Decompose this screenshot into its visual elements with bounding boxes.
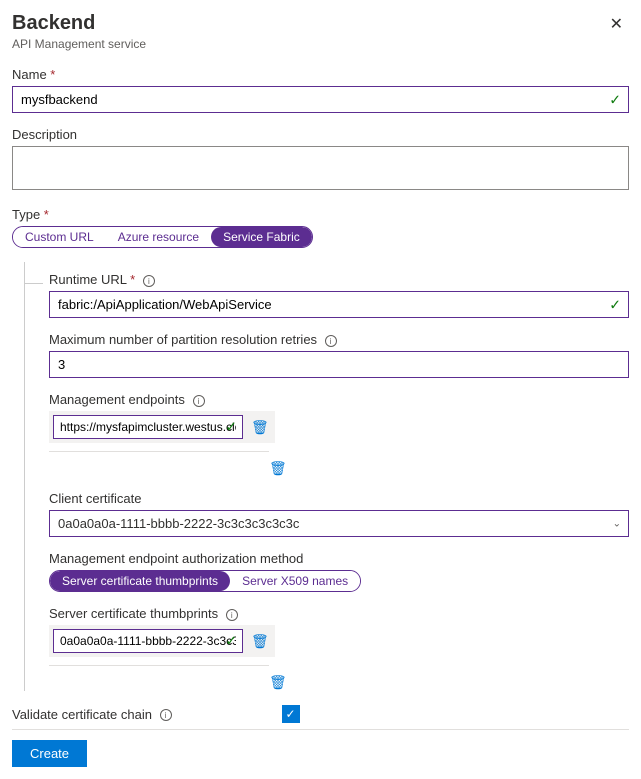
delete-icon[interactable]: 🗑 bbox=[249, 417, 271, 438]
auth-method-label: Management endpoint authorization method bbox=[49, 551, 629, 566]
validate-chain-checkbox[interactable]: ✓ bbox=[282, 705, 300, 723]
divider bbox=[49, 665, 269, 666]
type-toggle: Custom URL Azure resource Service Fabric bbox=[12, 226, 313, 248]
runtime-url-label: Runtime URL i bbox=[49, 272, 629, 287]
create-button[interactable]: Create bbox=[12, 740, 87, 767]
type-option-custom-url[interactable]: Custom URL bbox=[13, 227, 106, 247]
name-label: Name bbox=[12, 67, 629, 82]
delete-icon[interactable]: 🗑 bbox=[267, 672, 289, 692]
check-icon: ✓ bbox=[225, 633, 237, 650]
thumbprint-input[interactable] bbox=[53, 629, 243, 653]
info-icon[interactable]: i bbox=[143, 275, 155, 287]
retries-input[interactable] bbox=[49, 351, 629, 378]
type-label: Type bbox=[12, 207, 629, 222]
divider bbox=[49, 451, 269, 452]
check-icon: ✓ bbox=[609, 296, 621, 313]
runtime-url-input[interactable] bbox=[49, 291, 629, 318]
endpoint-input[interactable] bbox=[53, 415, 243, 439]
endpoints-label: Management endpoints i bbox=[49, 392, 629, 407]
info-icon[interactable]: i bbox=[226, 609, 238, 621]
panel-subtitle: API Management service bbox=[12, 37, 146, 51]
type-option-azure-resource[interactable]: Azure resource bbox=[106, 227, 211, 247]
thumbprints-label: Server certificate thumbprints i bbox=[49, 606, 629, 621]
info-icon[interactable]: i bbox=[193, 395, 205, 407]
info-icon[interactable]: i bbox=[325, 335, 337, 347]
name-input[interactable] bbox=[12, 86, 629, 113]
auth-option-thumbprints[interactable]: Server certificate thumbprints bbox=[50, 571, 230, 591]
auth-method-toggle: Server certificate thumbprints Server X5… bbox=[49, 570, 361, 592]
retries-label: Maximum number of partition resolution r… bbox=[49, 332, 629, 347]
client-cert-select[interactable]: 0a0a0a0a-1111-bbbb-2222-3c3c3c3c3c3c bbox=[49, 510, 629, 537]
client-cert-label: Client certificate bbox=[49, 491, 629, 506]
check-icon: ✓ bbox=[225, 419, 237, 436]
check-icon: ✓ bbox=[609, 91, 621, 108]
panel-title: Backend bbox=[12, 12, 146, 35]
delete-icon[interactable]: 🗑 bbox=[267, 458, 289, 478]
close-icon[interactable]: ✕ bbox=[604, 12, 629, 36]
description-label: Description bbox=[12, 127, 629, 142]
type-option-service-fabric[interactable]: Service Fabric bbox=[211, 227, 312, 247]
delete-icon[interactable]: 🗑 bbox=[249, 631, 271, 652]
auth-option-x509[interactable]: Server X509 names bbox=[230, 571, 360, 591]
description-input[interactable] bbox=[12, 146, 629, 190]
validate-chain-label: Validate certificate chain i bbox=[12, 707, 172, 722]
info-icon[interactable]: i bbox=[160, 709, 172, 721]
